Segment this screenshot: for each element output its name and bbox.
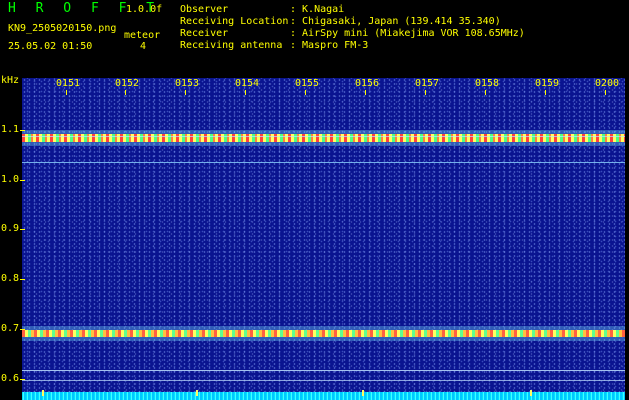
file-name: KN9_2505020150.png — [8, 23, 117, 34]
x-tick — [605, 90, 606, 95]
x-tick-label: 0157 — [415, 78, 440, 89]
x-tick — [305, 90, 306, 95]
header-panel: H R O F F T 1.0.0f KN9_2505020150.png me… — [0, 0, 629, 76]
x-tick-label: 0151 — [56, 78, 81, 89]
x-tick-label: 0200 — [595, 78, 620, 89]
y-tick-label: 0.7 — [1, 323, 20, 334]
spectrogram — [22, 78, 625, 400]
x-tick — [365, 90, 366, 95]
trace-line — [22, 162, 625, 163]
y-tick-label: 1.0 — [1, 174, 20, 185]
y-tick-label: 0.6 — [1, 373, 20, 384]
meteor-count: 4 — [140, 41, 147, 52]
meteor-echo — [196, 390, 198, 396]
y-tick-label: 0.9 — [1, 223, 20, 234]
antenna-label: Receiving antenna — [180, 40, 283, 51]
x-tick — [425, 90, 426, 95]
x-tick — [245, 90, 246, 95]
y-tick — [20, 130, 25, 131]
x-tick-label: 0152 — [115, 78, 140, 89]
noise-floor — [22, 392, 625, 400]
x-tick-label: 0154 — [235, 78, 260, 89]
signal-band-lower — [22, 330, 625, 337]
x-tick-label: 0155 — [295, 78, 320, 89]
x-tick — [125, 90, 126, 95]
x-tick — [545, 90, 546, 95]
x-tick-label: 0153 — [175, 78, 200, 89]
trace-line — [22, 370, 625, 371]
capture-time: 25.05.02 01:50 — [8, 41, 93, 52]
x-tick-label: 0158 — [475, 78, 500, 89]
y-axis-unit: kHz — [1, 75, 20, 86]
meteor-echo — [42, 390, 44, 396]
trace-line — [22, 380, 625, 381]
y-tick — [20, 379, 25, 380]
app-version: 1.0.0f — [126, 4, 163, 15]
meteor-echo — [362, 390, 364, 396]
antenna-value: : Maspro FM-3 — [290, 40, 369, 51]
y-tick-label: 1.1 — [1, 124, 20, 135]
x-tick-label: 0156 — [355, 78, 380, 89]
y-tick — [20, 229, 25, 230]
x-tick — [185, 90, 186, 95]
x-tick-label: 0159 — [535, 78, 560, 89]
y-tick — [20, 279, 25, 280]
trace-line — [22, 136, 625, 137]
y-tick — [20, 329, 25, 330]
meteor-echo — [530, 390, 532, 396]
y-tick-label: 0.8 — [1, 273, 20, 284]
y-tick — [20, 180, 25, 181]
x-tick — [485, 90, 486, 95]
x-tick — [66, 90, 67, 95]
